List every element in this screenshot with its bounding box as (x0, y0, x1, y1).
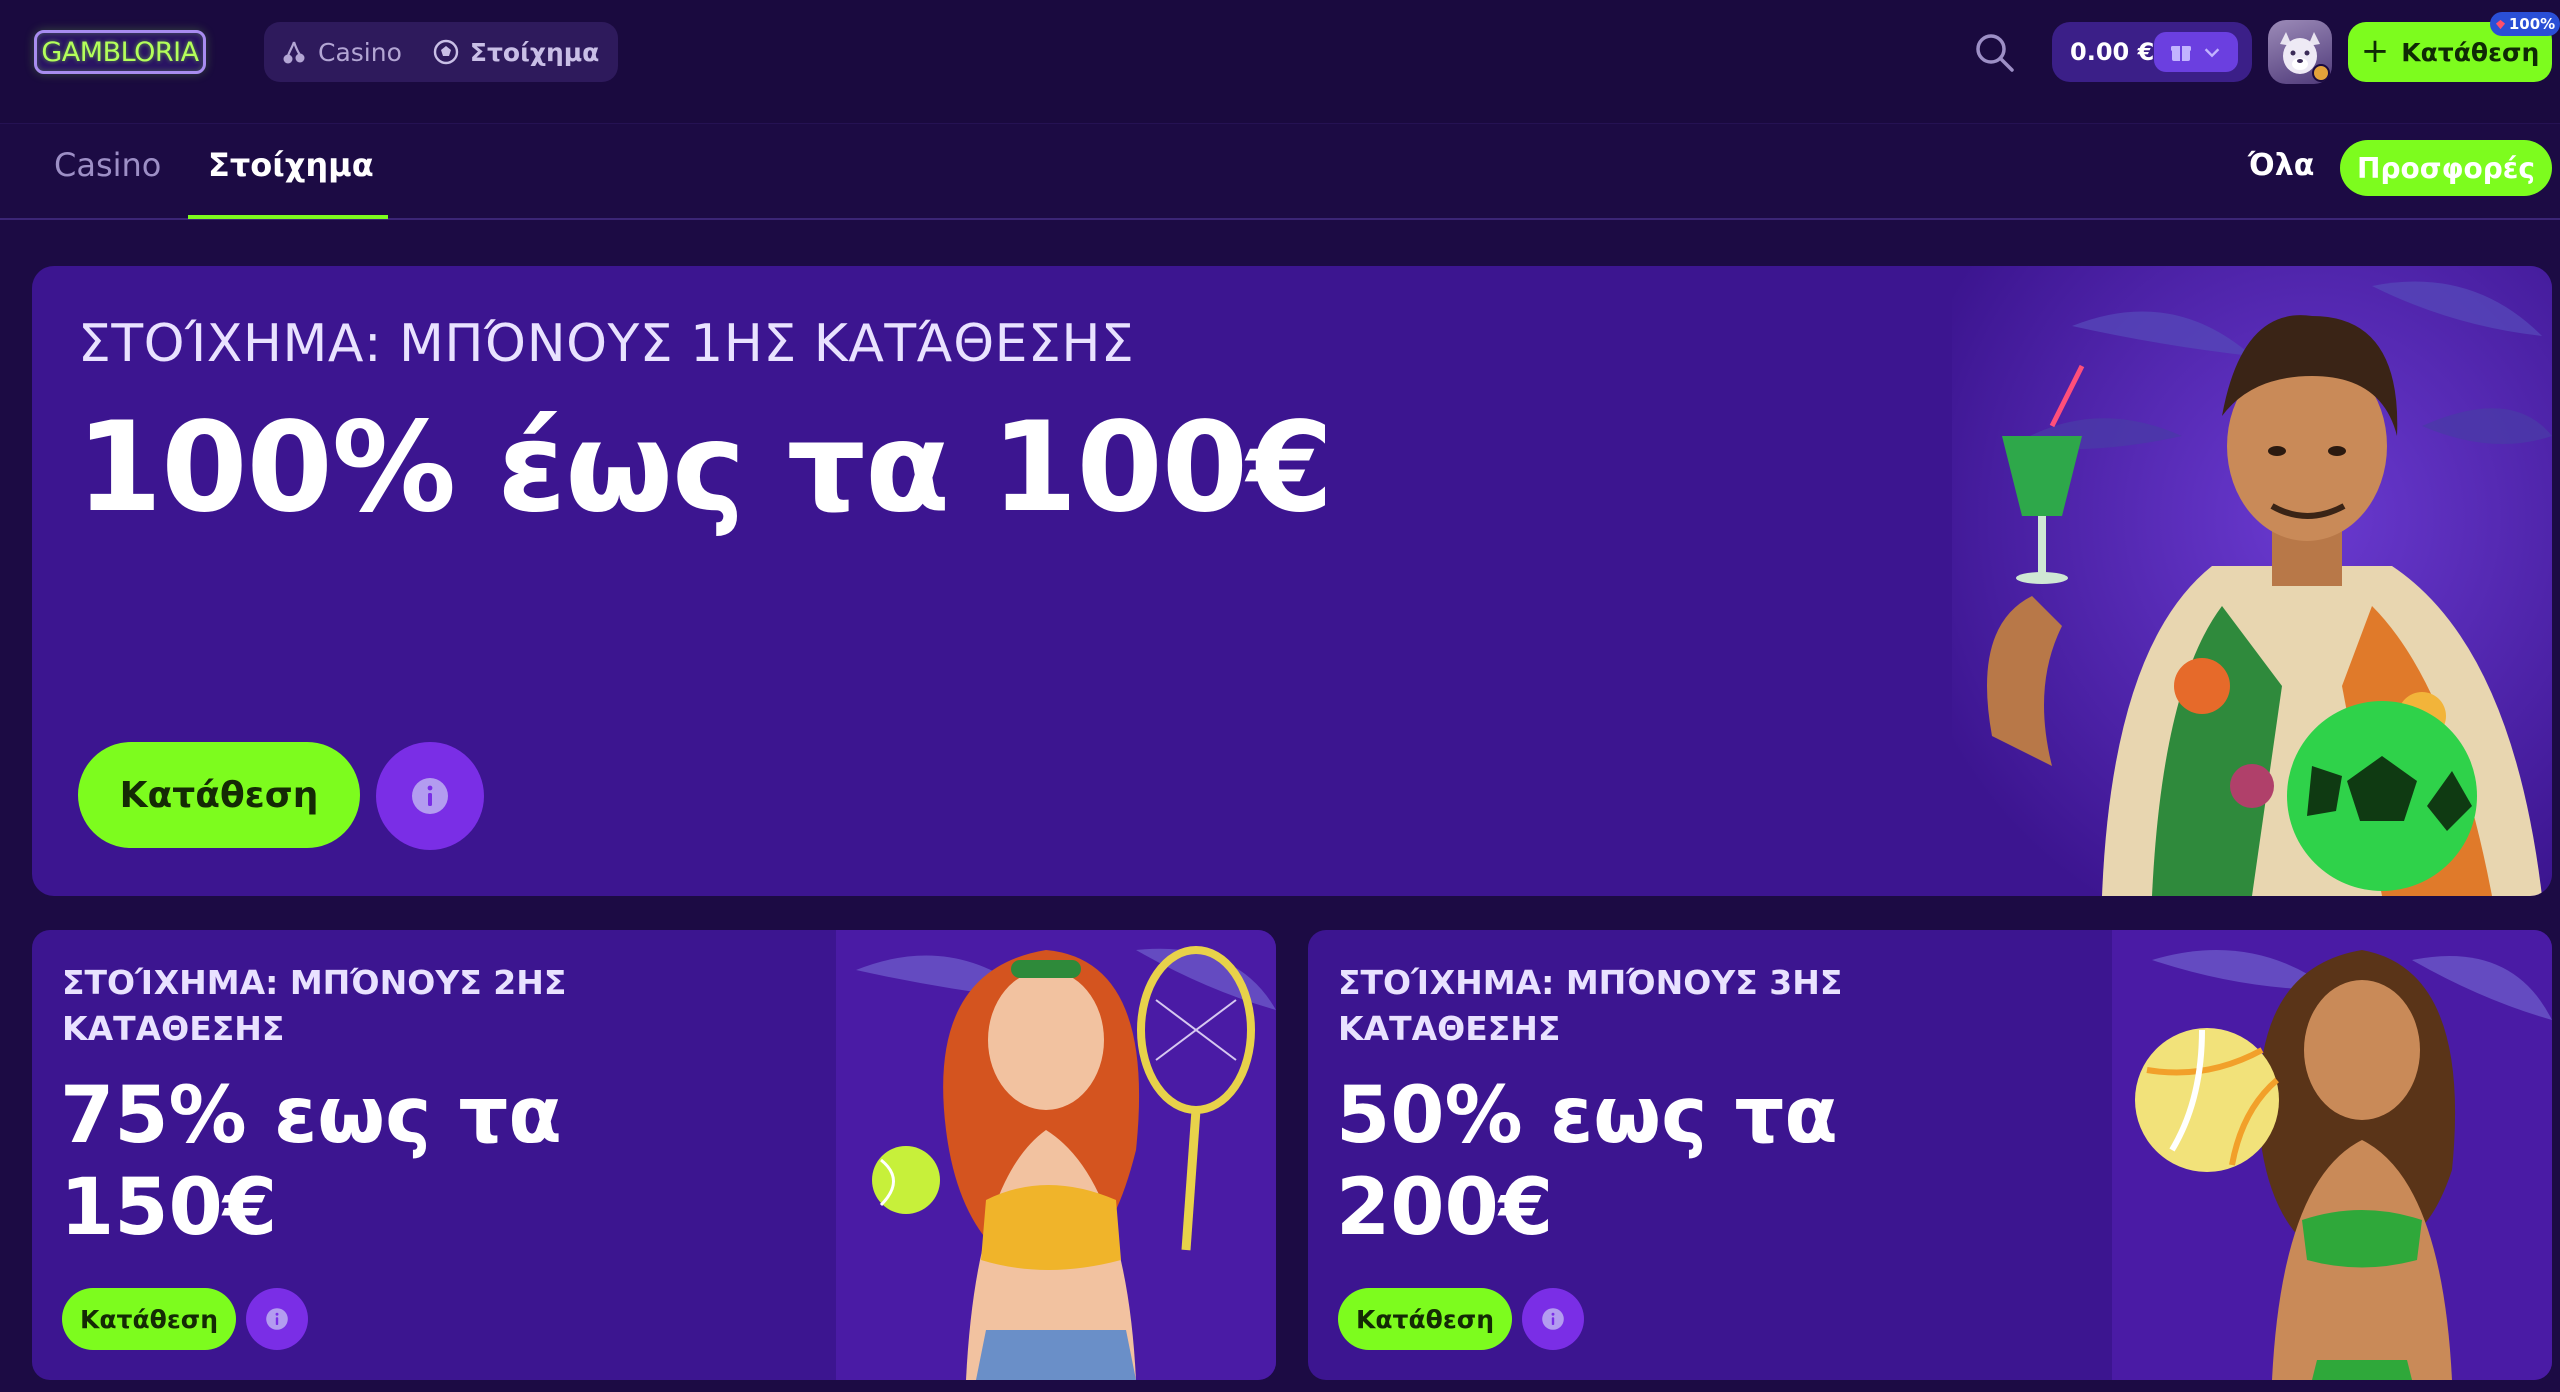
plus-icon: + (2360, 30, 2390, 71)
info-icon (1542, 1308, 1564, 1330)
promo-eyebrow: ΣΤΟΊΧΗΜΑ: ΜΠΌΝΟΥΣ 2ΗΣ ΚΑΤΑΘΕΣΗΣ (62, 963, 567, 1048)
product-tab-casino[interactable]: Casino (280, 38, 402, 67)
cherry-icon (283, 41, 305, 64)
product-tab-label: Casino (318, 37, 402, 67)
promo-info-button[interactable] (246, 1288, 308, 1350)
deposit-button-label: Κατάθεση (2401, 37, 2540, 67)
tab-sports[interactable]: Στοίχημα (208, 146, 374, 184)
info-icon (266, 1308, 288, 1330)
promo-headline: 75% εως τα 150€ (60, 1071, 562, 1253)
promo-card-3rd-deposit: ΣΤΟΊΧΗΜΑ: ΜΠΌΝΟΥΣ 3ΗΣ ΚΑΤΑΘΕΣΗΣ 50% εως … (1308, 930, 2552, 1380)
chevron-down-icon (2204, 48, 2220, 58)
top-header: GAMBLORIA Casino Στοίχημα 0.00 € + Κατάθ… (0, 0, 2560, 124)
gift-icon (2171, 46, 2191, 61)
search-icon (1976, 34, 2014, 72)
product-tab-sports[interactable]: Στοίχημα (432, 38, 599, 67)
product-switcher: Casino Στοίχημα (264, 22, 618, 82)
hero-headline: 100% έως τα 100€ (76, 396, 1333, 540)
site-logo[interactable]: GAMBLORIA (34, 30, 206, 74)
hero-eyebrow: ΣΤΟΊΧΗΜΑ: ΜΠΌΝΟΥΣ 1ΗΣ ΚΑΤΆΘΕΣΗΣ (78, 314, 1135, 374)
filter-all[interactable]: Όλα (2248, 148, 2314, 183)
avatar-level-badge (2312, 64, 2330, 82)
promo-card-2nd-deposit: ΣΤΟΊΧΗΜΑ: ΜΠΌΝΟΥΣ 2ΗΣ ΚΑΤΑΘΕΣΗΣ 75% εως … (32, 930, 1276, 1380)
info-icon (412, 778, 448, 814)
volleyball-player-illustration (2112, 930, 2552, 1380)
tab-casino[interactable]: Casino (54, 146, 161, 184)
promo-deposit-button[interactable]: Κατάθεση (62, 1288, 236, 1350)
bonus-percentage-badge: 100% (2490, 12, 2560, 36)
hero-illustration (1952, 266, 2552, 896)
promo-headline: 50% εως τα 200€ (1336, 1071, 1838, 1253)
football-icon (433, 39, 459, 65)
hero-promo-banner: ΣΤΟΊΧΗΜΑ: ΜΠΌΝΟΥΣ 1ΗΣ ΚΑΤΆΘΕΣΗΣ 100% έως… (32, 266, 2552, 896)
bonus-dropdown[interactable] (2154, 32, 2238, 72)
promo-eyebrow: ΣΤΟΊΧΗΜΑ: ΜΠΌΝΟΥΣ 3ΗΣ ΚΑΤΑΘΕΣΗΣ (1338, 963, 1843, 1048)
product-tab-label: Στοίχημα (469, 37, 600, 67)
tennis-player-illustration (836, 930, 1276, 1380)
user-avatar[interactable] (2268, 20, 2332, 84)
gem-icon (2495, 19, 2505, 29)
promo-deposit-button[interactable]: Κατάθεση (1338, 1288, 1512, 1350)
bonus-badge-text: 100% (2508, 15, 2556, 33)
search-button[interactable] (1972, 30, 2016, 74)
wallet-balance[interactable]: 0.00 € (2052, 22, 2252, 82)
promotions-subnav: Casino Στοίχημα Όλα Προσφορές (0, 124, 2560, 220)
filter-offers[interactable]: Προσφορές (2340, 140, 2552, 196)
hero-deposit-button[interactable]: Κατάθεση (78, 742, 360, 848)
active-tab-indicator (188, 215, 388, 219)
promo-info-button[interactable] (1522, 1288, 1584, 1350)
hero-info-button[interactable] (376, 742, 484, 850)
balance-amount: 0.00 € (2070, 38, 2155, 66)
